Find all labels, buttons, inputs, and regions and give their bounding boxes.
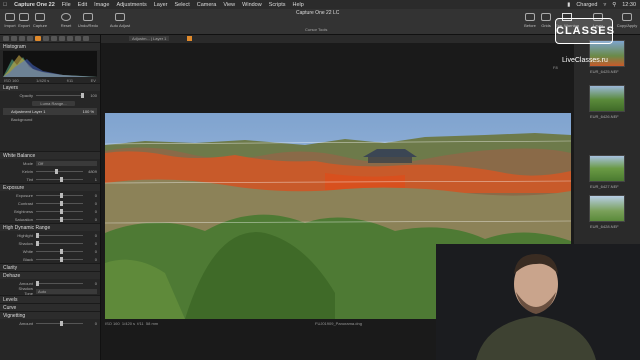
white-balance-header[interactable]: White Balance bbox=[0, 151, 100, 159]
tab-details[interactable] bbox=[51, 36, 57, 41]
menu-adjustments[interactable]: Adjustments bbox=[116, 2, 146, 8]
layer-item-adjustment[interactable]: Adjustment Layer 1 100 % bbox=[3, 108, 97, 115]
toolbar: Capture One 22 LC Import Export Capture … bbox=[0, 9, 640, 40]
search-icon[interactable]: ⚲ bbox=[612, 2, 616, 8]
wb-mode-select[interactable]: Mode Off bbox=[0, 159, 100, 167]
undo-redo-button[interactable]: Undo/Redo bbox=[76, 13, 100, 28]
wb-kelvin-slider[interactable]: Kelvin 4809 bbox=[0, 167, 100, 175]
export-icon bbox=[19, 13, 29, 21]
layers-header[interactable]: Layers bbox=[0, 83, 100, 91]
histogram-header[interactable]: Histogram bbox=[0, 42, 100, 50]
wb-tint-slider[interactable]: Tint 1 bbox=[0, 175, 100, 183]
undo-icon bbox=[83, 13, 93, 21]
capture-button[interactable]: Capture bbox=[30, 13, 50, 28]
menu-bar:  Capture One 22 File Edit Image Adjustm… bbox=[0, 0, 640, 9]
dehaze-shadow-tone[interactable]: Shadow Tone Auto bbox=[0, 286, 100, 296]
grids-button[interactable]: Grids bbox=[536, 13, 556, 28]
tab-adjustments[interactable] bbox=[67, 36, 73, 41]
brightness-slider[interactable]: Brightness 0 bbox=[0, 207, 100, 215]
watermark-site: LiveClasses.ru bbox=[562, 57, 608, 64]
tab-library[interactable] bbox=[3, 36, 9, 41]
clarity-header[interactable]: Clarity bbox=[0, 263, 100, 271]
opacity-slider[interactable]: Opacity 100 bbox=[0, 91, 100, 99]
auto-adjust-button[interactable]: Auto Adjust bbox=[106, 13, 134, 28]
tab-capture[interactable] bbox=[11, 36, 17, 41]
vignetting-amount-slider[interactable]: Amount 0 bbox=[0, 319, 100, 327]
luma-range-button[interactable]: Luma Range... bbox=[0, 99, 100, 107]
wifi-icon[interactable]: ▿ bbox=[603, 2, 606, 8]
tab-color[interactable] bbox=[43, 36, 49, 41]
tab-exposure[interactable] bbox=[35, 36, 41, 41]
layer-item-background[interactable]: Background bbox=[3, 116, 97, 123]
menu-image[interactable]: Image bbox=[94, 2, 109, 8]
hdr-header[interactable]: High Dynamic Range bbox=[0, 223, 100, 231]
tab-local[interactable] bbox=[59, 36, 65, 41]
vignetting-header[interactable]: Vignetting bbox=[0, 311, 100, 319]
menu-view[interactable]: View bbox=[223, 2, 235, 8]
tab-batch[interactable] bbox=[83, 36, 89, 41]
thumbnail-label-4: EUR_6428.NEF bbox=[590, 224, 619, 229]
cursor-tools-label: Cursor Tools bbox=[305, 27, 328, 32]
auto-adjust-icon bbox=[115, 13, 125, 21]
thumbnail-label-1: EUR_6425.NEF bbox=[590, 69, 619, 74]
layer-color-swatch[interactable] bbox=[187, 36, 192, 41]
reset-icon bbox=[61, 13, 71, 21]
menu-camera[interactable]: Camera bbox=[197, 2, 217, 8]
saturation-slider[interactable]: Saturation 0 bbox=[0, 215, 100, 223]
thumbnail-label-2: EUR_6426.NEF bbox=[590, 114, 619, 119]
menu-file[interactable]: File bbox=[62, 2, 71, 8]
focus-label: F8 bbox=[553, 65, 558, 70]
tool-tabs bbox=[0, 35, 100, 42]
contrast-slider[interactable]: Contrast 0 bbox=[0, 199, 100, 207]
camera-icon bbox=[35, 13, 45, 21]
battery-icon[interactable]: ▮ bbox=[567, 2, 570, 8]
window-title: Capture One 22 LC bbox=[296, 10, 340, 16]
webcam-overlay bbox=[436, 244, 640, 360]
menu-layer[interactable]: Layer bbox=[154, 2, 168, 8]
tab-lens[interactable] bbox=[19, 36, 25, 41]
thumbnail-4[interactable] bbox=[589, 195, 625, 222]
copy-apply-button[interactable]: Copy/Apply bbox=[614, 13, 640, 28]
grid-icon bbox=[541, 13, 551, 21]
thumbnail-2[interactable] bbox=[589, 85, 625, 112]
menu-window[interactable]: Window bbox=[242, 2, 262, 8]
tab-crop[interactable] bbox=[27, 36, 33, 41]
histogram-graph bbox=[3, 51, 97, 77]
battery-status: Charged bbox=[576, 1, 598, 8]
liveclasses-logo: CLASSES bbox=[555, 18, 614, 44]
tools-panel: Histogram ISO 160 1/420 s f/11 EV Layers… bbox=[0, 35, 101, 360]
cursor-tools[interactable]: Cursor Tools bbox=[305, 27, 327, 32]
white-slider[interactable]: White 0 bbox=[0, 247, 100, 255]
menu-select[interactable]: Select bbox=[174, 2, 189, 8]
thumbnail-3[interactable] bbox=[589, 155, 625, 182]
menu-scripts[interactable]: Scripts bbox=[269, 2, 286, 8]
apple-icon[interactable]:  bbox=[3, 2, 7, 8]
reset-button[interactable]: Reset bbox=[56, 13, 76, 28]
highlight-slider[interactable]: Highlight 0 bbox=[0, 231, 100, 239]
black-slider[interactable]: Black 0 bbox=[0, 255, 100, 263]
clock: 12:30 bbox=[622, 1, 636, 8]
copy-apply-icon bbox=[622, 13, 632, 21]
viewer-bar: Adjustm... | Layer 1 bbox=[101, 35, 574, 43]
layer-select[interactable]: Adjustm... | Layer 1 bbox=[129, 36, 170, 41]
exposure-slider[interactable]: Exposure 0 bbox=[0, 191, 100, 199]
shadow-slider[interactable]: Shadow 0 bbox=[0, 239, 100, 247]
photo-filename: FUJ01909_Panorama.dng bbox=[315, 321, 362, 326]
exposure-header[interactable]: Exposure bbox=[0, 183, 100, 191]
menu-edit[interactable]: Edit bbox=[78, 2, 87, 8]
app-menu[interactable]: Capture One 22 bbox=[14, 2, 55, 8]
levels-header[interactable]: Levels bbox=[0, 295, 100, 303]
thumbnail-label-3: EUR_6427.NEF bbox=[590, 184, 619, 189]
tab-metadata[interactable] bbox=[75, 36, 81, 41]
before-icon bbox=[525, 13, 535, 21]
curve-header[interactable]: Curve bbox=[0, 303, 100, 311]
dehaze-header[interactable]: Dehaze bbox=[0, 271, 100, 279]
menu-help[interactable]: Help bbox=[293, 2, 304, 8]
